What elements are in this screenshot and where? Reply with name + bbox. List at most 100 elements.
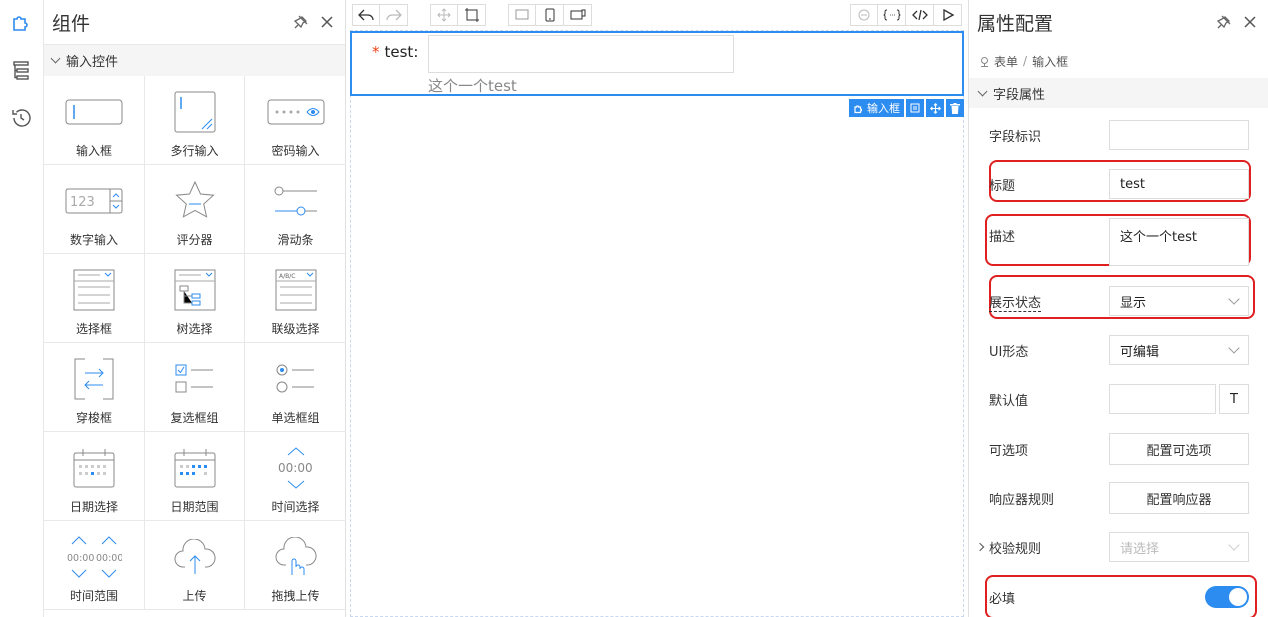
- component-item[interactable]: 密码输入: [245, 76, 346, 165]
- component-item[interactable]: 穿梭框: [44, 343, 145, 432]
- clear-icon[interactable]: [850, 4, 878, 26]
- select-value: 可编辑: [1120, 344, 1160, 360]
- date-range-icon: [165, 446, 225, 490]
- group-header-input-controls[interactable]: 输入控件: [44, 44, 345, 76]
- component-item[interactable]: 复选框组: [145, 343, 245, 432]
- chevron-down-icon: [1228, 538, 1240, 551]
- default-value-input[interactable]: [1109, 384, 1216, 414]
- tree-select-icon: [165, 268, 225, 312]
- svg-text:A/B/C: A/B/C: [279, 273, 295, 280]
- field-tag[interactable]: 输入框: [849, 99, 904, 117]
- field-label-text: test: [384, 43, 414, 61]
- component-item[interactable]: 00:00 00:00 时间范围: [44, 521, 145, 610]
- section-title: 字段属性: [993, 87, 1046, 103]
- form-designer: 组件 输入控件 输入框 多行输入 密码输入 123 数字输入 评分器 滑动条 选…: [0, 0, 1268, 617]
- title-input[interactable]: test: [1109, 169, 1249, 199]
- component-item[interactable]: 单选框组: [245, 343, 346, 432]
- outline-tree-icon[interactable]: [9, 58, 33, 82]
- breadcrumb: 表单 / 输入框: [969, 44, 1268, 78]
- component-item[interactable]: 滑动条: [245, 165, 346, 254]
- close-icon[interactable]: [317, 12, 337, 32]
- delete-icon[interactable]: [946, 99, 964, 117]
- properties-panel-title: 属性配置: [977, 12, 1054, 35]
- pin-icon[interactable]: [291, 12, 311, 32]
- section-header-field-props[interactable]: 字段属性: [969, 78, 1268, 108]
- undo-button[interactable]: [352, 4, 380, 26]
- desktop-view-icon[interactable]: [508, 4, 536, 26]
- move-icon[interactable]: [430, 4, 458, 26]
- chevron-down-icon: [1228, 341, 1240, 354]
- selected-form-field[interactable]: * test: 这个一个test: [350, 31, 964, 96]
- svg-text:123: 123: [70, 195, 95, 210]
- component-item[interactable]: 评分器: [145, 165, 245, 254]
- copy-icon[interactable]: [906, 99, 924, 117]
- prop-row-description: 描述 这个一个test: [989, 218, 1249, 266]
- mobile-view-icon[interactable]: [536, 4, 564, 26]
- drag-upload-icon: [266, 535, 326, 579]
- slider-icon: [266, 179, 326, 223]
- chevron-down-icon: [977, 86, 988, 96]
- component-item[interactable]: 日期选择: [44, 432, 145, 521]
- breadcrumb-item-form[interactable]: 表单: [994, 53, 1018, 70]
- code-icon[interactable]: [906, 4, 934, 26]
- redo-button[interactable]: [380, 4, 408, 26]
- component-item[interactable]: 00:00 时间选择: [245, 432, 346, 521]
- validation-toggle[interactable]: 校验规则: [975, 538, 1109, 557]
- prop-row-ui-mode: UI形态 可编辑: [989, 335, 1249, 365]
- preview-play-icon[interactable]: [934, 4, 962, 26]
- prop-label: UI形态: [989, 344, 1029, 360]
- pin-icon[interactable]: [1214, 12, 1234, 32]
- chevron-right-icon: [975, 542, 985, 552]
- close-icon[interactable]: [1240, 12, 1260, 32]
- component-item[interactable]: 树选择: [145, 254, 245, 343]
- component-label: 树选择: [176, 322, 213, 336]
- field-label-colon: :: [413, 43, 419, 61]
- configure-responder-button[interactable]: 配置响应器: [1109, 482, 1249, 514]
- drop-area[interactable]: [350, 30, 964, 617]
- textarea-icon: [165, 90, 225, 134]
- prop-label: 描述: [989, 230, 1016, 245]
- puzzle-icon[interactable]: [9, 10, 33, 34]
- prop-row-title: 标题 test: [989, 169, 1249, 199]
- time-picker-icon: 00:00: [266, 446, 326, 490]
- select-value: 显示: [1120, 295, 1147, 311]
- number-input-icon: 123: [64, 179, 124, 223]
- component-label: 单选框组: [271, 411, 320, 425]
- tablet-view-icon[interactable]: [564, 4, 592, 26]
- drag-move-icon[interactable]: [926, 99, 944, 117]
- component-item[interactable]: 上传: [145, 521, 245, 610]
- field-tag-label: 输入框: [867, 102, 900, 115]
- ui-mode-select[interactable]: 可编辑: [1109, 335, 1249, 365]
- date-picker-icon: [64, 446, 124, 490]
- component-item[interactable]: 123 数字输入: [44, 165, 145, 254]
- cascader-icon: A/B/C: [266, 268, 326, 312]
- transfer-icon: [64, 357, 124, 401]
- prop-label: 标题: [989, 178, 1016, 194]
- required-switch[interactable]: [1205, 586, 1249, 608]
- display-state-label-text: 展示状态: [989, 295, 1042, 312]
- component-item[interactable]: 拖拽上传: [245, 521, 346, 610]
- json-icon[interactable]: [878, 4, 906, 26]
- component-item[interactable]: A/B/C 联级选择: [245, 254, 346, 343]
- group-title: 输入控件: [66, 55, 119, 70]
- prop-label: 展示状态: [989, 292, 1109, 312]
- breadcrumb-item-input: 输入框: [1032, 54, 1069, 69]
- prop-row-field-id: 字段标识: [989, 120, 1249, 150]
- field-input-preview[interactable]: [428, 35, 734, 73]
- configure-options-button[interactable]: 配置可选项: [1109, 433, 1249, 465]
- history-icon[interactable]: [9, 106, 33, 130]
- display-state-select[interactable]: 显示: [1109, 286, 1249, 316]
- prop-row-validation: 校验规则 请选择: [975, 532, 1249, 562]
- component-item[interactable]: 选择框: [44, 254, 145, 343]
- select-frame-icon[interactable]: [458, 4, 486, 26]
- component-item[interactable]: 多行输入: [145, 76, 245, 165]
- field-id-input[interactable]: [1109, 120, 1249, 150]
- text-type-button[interactable]: T: [1219, 384, 1249, 414]
- component-item[interactable]: 日期范围: [145, 432, 245, 521]
- component-item[interactable]: 输入框: [44, 76, 145, 165]
- validation-select[interactable]: 请选择: [1109, 532, 1249, 562]
- prop-row-responder: 响应器规则 配置响应器: [989, 482, 1249, 514]
- description-textarea[interactable]: 这个一个test: [1109, 218, 1249, 266]
- properties-panel: 属性配置 表单 / 输入框 字段属性 字段标识 标题 test 描述 这个一个t…: [968, 0, 1268, 617]
- component-label: 密码输入: [271, 144, 320, 158]
